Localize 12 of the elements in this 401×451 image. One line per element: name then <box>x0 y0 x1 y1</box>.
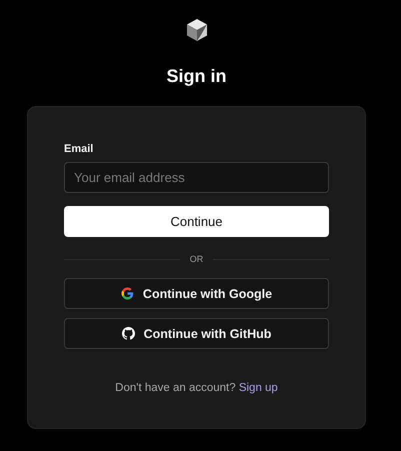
email-label: Email <box>64 143 94 155</box>
github-icon <box>122 327 135 340</box>
signup-link[interactable]: Sign up <box>238 382 278 394</box>
continue-button[interactable]: Continue <box>64 206 329 237</box>
google-button[interactable]: Continue with Google <box>64 278 329 309</box>
cube-logo-icon <box>186 18 208 42</box>
email-field[interactable]: Your email address <box>64 162 329 193</box>
page-title: Sign in <box>166 65 226 87</box>
github-button[interactable]: Continue with GitHub <box>64 318 329 349</box>
signup-prompt: Don't have an account? <box>115 382 237 394</box>
divider-label: OR <box>190 254 204 264</box>
google-icon <box>120 287 134 300</box>
